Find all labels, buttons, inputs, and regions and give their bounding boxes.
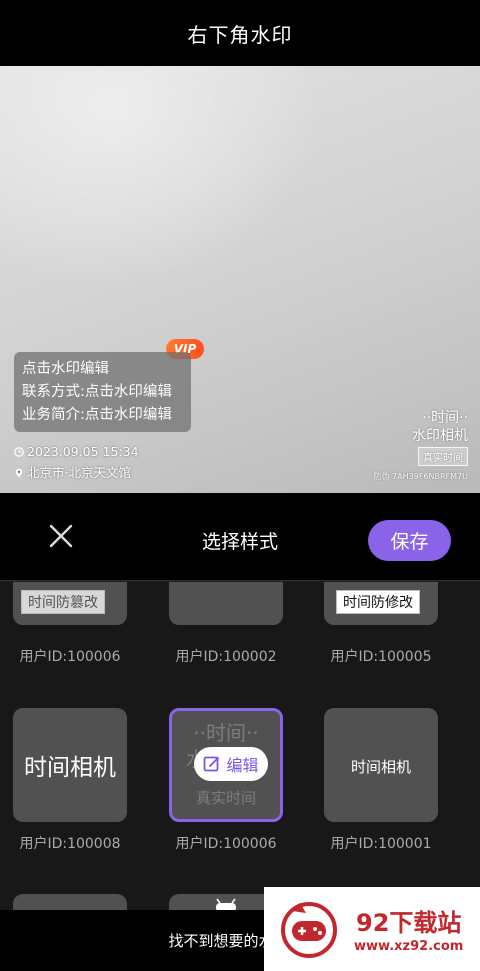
photo-preview[interactable]: VIP 点击水印编辑 联系方式:点击水印编辑 业务简介:点击水印编辑 2023.… — [0, 66, 480, 493]
stamp-badge: 真实时间 — [418, 447, 468, 466]
style-user-id: 用户ID:100006 — [19, 649, 121, 665]
style-tile[interactable]: 时间相机 — [13, 708, 127, 822]
info-line: 联系方式:点击水印编辑 — [22, 384, 172, 400]
style-user-id: 用户ID:100006 — [175, 836, 277, 852]
style-preview-badge: 真实时间 — [195, 789, 256, 807]
edit-icon — [204, 756, 220, 772]
style-preview-text: ··时间·· — [193, 721, 259, 745]
location-text: 北京市·北京天文馆 — [27, 465, 131, 480]
save-button[interactable]: 保存 — [368, 520, 451, 561]
datetime-text: 2023.09.05 15:34 — [27, 444, 139, 459]
style-user-id: 用户ID:100001 — [330, 836, 432, 852]
style-tile[interactable]: 时间相机 — [324, 708, 438, 822]
style-toolbar: 选择样式 保存 — [0, 493, 480, 581]
stamp-line2: 水印相机 — [412, 428, 468, 444]
style-user-id: 用户ID:100008 — [19, 836, 121, 852]
camera-stamp-watermark[interactable]: ··时间·· 水印相机 真实时间 防伪 7AH39F6NBRFM7U — [358, 410, 468, 482]
edit-button[interactable]: 编辑 — [194, 747, 268, 781]
style-preview-label: 时间防修改 — [336, 590, 420, 614]
page-title: 右下角水印 — [187, 22, 293, 47]
gamepad-logo-icon — [281, 902, 337, 958]
info-line: 点击水印编辑 — [22, 361, 109, 377]
site-watermark-logo: 92下载站 www.xz92.com — [264, 887, 480, 971]
top-bar: 右下角水印 — [0, 0, 480, 66]
style-preview-label: 时间防篡改 — [21, 590, 105, 614]
location-pin-icon — [15, 468, 23, 478]
style-tile-selected[interactable]: ··时间·· 水印相机 真实时间 编辑 — [169, 708, 283, 822]
style-user-id: 用户ID:100002 — [175, 649, 277, 665]
logo-name: 92下载站 — [356, 909, 462, 937]
stamp-line1: ··时间·· — [422, 410, 468, 426]
clock-icon — [14, 446, 24, 457]
logo-url: www.xz92.com — [354, 939, 464, 954]
info-line: 业务简介:点击水印编辑 — [22, 407, 172, 423]
edit-label: 编辑 — [226, 756, 259, 775]
time-location-watermark[interactable]: 2023.09.05 15:34 北京市·北京天文馆 — [14, 441, 139, 483]
style-tile[interactable] — [169, 582, 283, 625]
style-tile[interactable]: 时间防修改 — [324, 582, 438, 625]
style-user-id: 用户ID:100005 — [330, 649, 432, 665]
info-watermark[interactable]: 点击水印编辑 联系方式:点击水印编辑 业务简介:点击水印编辑 — [14, 352, 191, 432]
style-preview-text: 时间相机 — [350, 758, 411, 776]
stamp-footer: 防伪 7AH39F6NBRFM7U — [373, 472, 468, 481]
style-preview-text: 时间相机 — [24, 755, 116, 781]
style-tile[interactable]: 时间防篡改 — [13, 582, 127, 625]
